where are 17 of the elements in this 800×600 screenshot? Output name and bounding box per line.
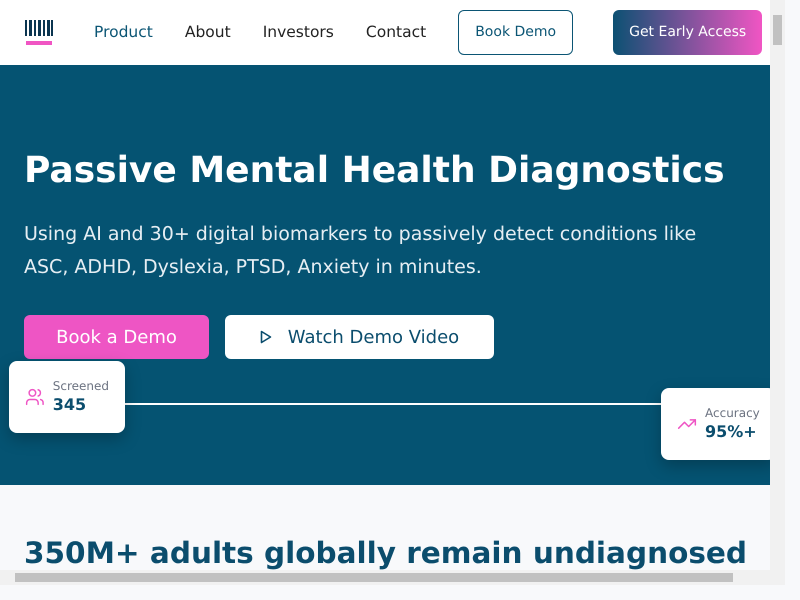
book-demo-button[interactable]: Book Demo xyxy=(458,10,574,55)
hero-title: Passive Mental Health Diagnostics xyxy=(24,149,726,192)
people-icon xyxy=(25,387,45,407)
nav-link[interactable]: Contact xyxy=(366,20,426,44)
stat-label: Screened xyxy=(52,378,109,394)
section-heading: 350M+ adults globally remain undiagnosed xyxy=(24,537,748,570)
nav-link[interactable]: About xyxy=(184,20,231,44)
get-early-access-button[interactable]: Get Early Access xyxy=(613,10,762,55)
stat-value: 345 xyxy=(52,394,88,416)
stat-label: Accuracy xyxy=(705,405,760,421)
nav-link[interactable]: Investors xyxy=(262,20,334,44)
hero-subtitle: Using AI and 30+ digital biomarkers to passively detect conditions like ASC, ADHD, Dyslexia, PTSD, Anxiety in minutes. xyxy=(24,222,698,280)
play-icon xyxy=(260,330,272,344)
stat-value: 95%+ xyxy=(705,421,758,443)
nav-link[interactable]: Product xyxy=(94,20,153,44)
watch-demo-video-button[interactable]: Watch Demo Video xyxy=(225,315,494,360)
logo-icon[interactable] xyxy=(24,18,54,48)
